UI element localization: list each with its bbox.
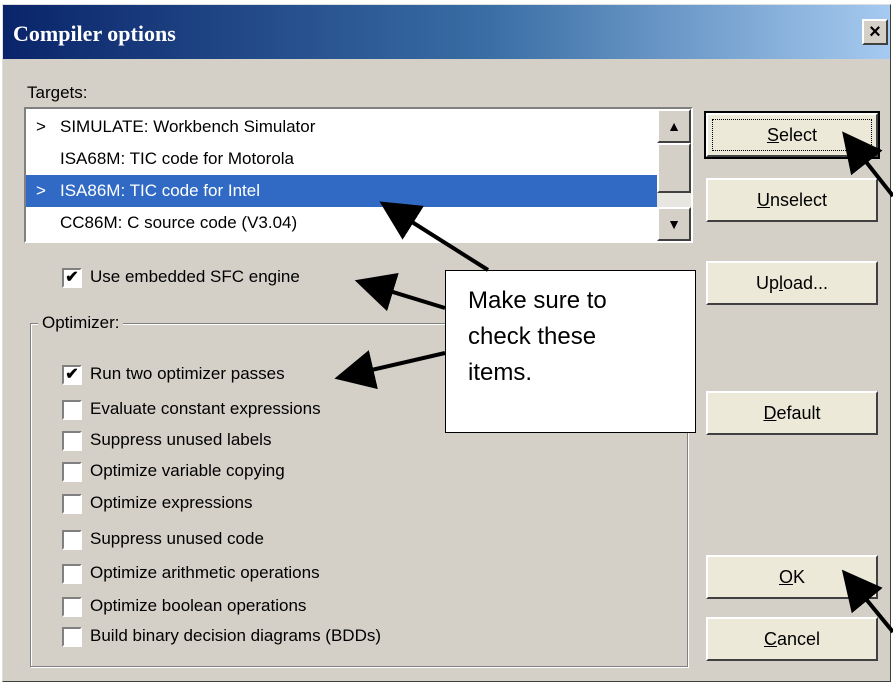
option-label: Evaluate constant expressions — [90, 399, 321, 418]
target-label: ISA68M: TIC code for Motorola — [60, 149, 295, 168]
btn-accel: D — [763, 403, 777, 423]
target-marker: > — [36, 181, 46, 200]
option-label: Optimize arithmetic operations — [90, 563, 320, 582]
cancel-button[interactable]: Cancel — [706, 617, 878, 661]
callout-line: Make sure to — [468, 287, 607, 314]
annotation-callout: Make sure to check these items. — [445, 270, 696, 433]
option-checkbox-evaluate-constant[interactable] — [62, 400, 82, 420]
targets-list: > SIMULATE: Workbench Simulator ISA68M: … — [26, 109, 657, 241]
option-checkbox-build-bdds[interactable] — [62, 627, 82, 647]
title-bar[interactable]: Compiler options × — [3, 5, 890, 59]
option-checkbox-optimize-expressions[interactable] — [62, 494, 82, 514]
option-checkbox-optimize-variable-copying[interactable] — [62, 462, 82, 482]
default-button[interactable]: Default — [706, 391, 878, 435]
option-label: Optimize expressions — [90, 493, 253, 512]
btn-text: K — [793, 567, 806, 587]
option-label: Optimize variable copying — [90, 461, 285, 480]
upload-button[interactable]: Upload... — [706, 261, 878, 305]
optimizer-caption: Optimizer: — [38, 313, 124, 333]
scroll-up-button[interactable]: ▲ — [657, 109, 691, 143]
target-item-cc86m[interactable]: CC86M: C source code (V3.04) — [26, 207, 657, 239]
embedded-sfc-checkbox[interactable]: ✔ — [62, 268, 82, 288]
callout-line: items. — [468, 359, 533, 386]
targets-scrollbar[interactable]: ▲ ▼ — [657, 109, 691, 241]
target-label: CC86M: C source code (V3.04) — [60, 213, 298, 232]
btn-text: oad... — [782, 273, 829, 293]
target-marker: > — [36, 117, 46, 136]
target-item-simulate[interactable]: > SIMULATE: Workbench Simulator — [26, 111, 657, 143]
option-checkbox-run-two-passes[interactable]: ✔ — [62, 365, 82, 385]
btn-accel: U — [756, 190, 770, 210]
btn-text: ancel — [776, 629, 821, 649]
option-label: Build binary decision diagrams (BDDs) — [90, 626, 382, 645]
option-checkbox-optimize-boolean[interactable] — [62, 597, 82, 617]
btn-text: nselect — [769, 190, 828, 210]
embedded-sfc-label: Use embedded SFC engine — [90, 267, 300, 286]
btn-text: Up — [755, 273, 779, 293]
targets-listbox[interactable]: > SIMULATE: Workbench Simulator ISA68M: … — [24, 107, 693, 243]
callout-line: check these — [468, 323, 597, 350]
option-checkbox-suppress-code[interactable] — [62, 530, 82, 550]
window-title: Compiler options — [13, 21, 176, 46]
option-label: Run two optimizer passes — [90, 364, 285, 383]
btn-text: efault — [776, 403, 821, 423]
select-button[interactable]: Select — [704, 111, 880, 159]
option-checkbox-suppress-labels[interactable] — [62, 431, 82, 451]
option-label: Suppress unused code — [90, 529, 264, 548]
target-item-isa86m[interactable]: > ISA86M: TIC code for Intel — [26, 175, 657, 207]
target-label: SIMULATE: Workbench Simulator — [60, 117, 316, 136]
scroll-down-button[interactable]: ▼ — [657, 207, 691, 241]
option-label: Optimize boolean operations — [90, 596, 307, 615]
target-label: ISA86M: TIC code for Intel — [60, 181, 260, 200]
option-checkbox-optimize-arithmetic[interactable] — [62, 564, 82, 584]
targets-label: Targets: — [27, 83, 88, 102]
focus-rect — [712, 119, 872, 151]
target-item-isa68m[interactable]: ISA68M: TIC code for Motorola — [26, 143, 657, 175]
option-label: Suppress unused labels — [90, 430, 272, 449]
close-button[interactable]: × — [862, 19, 888, 45]
unselect-button[interactable]: Unselect — [706, 178, 878, 222]
ok-button[interactable]: OK — [706, 555, 878, 599]
btn-accel: C — [763, 629, 777, 649]
scroll-thumb[interactable] — [657, 143, 691, 193]
btn-accel: O — [778, 567, 793, 587]
